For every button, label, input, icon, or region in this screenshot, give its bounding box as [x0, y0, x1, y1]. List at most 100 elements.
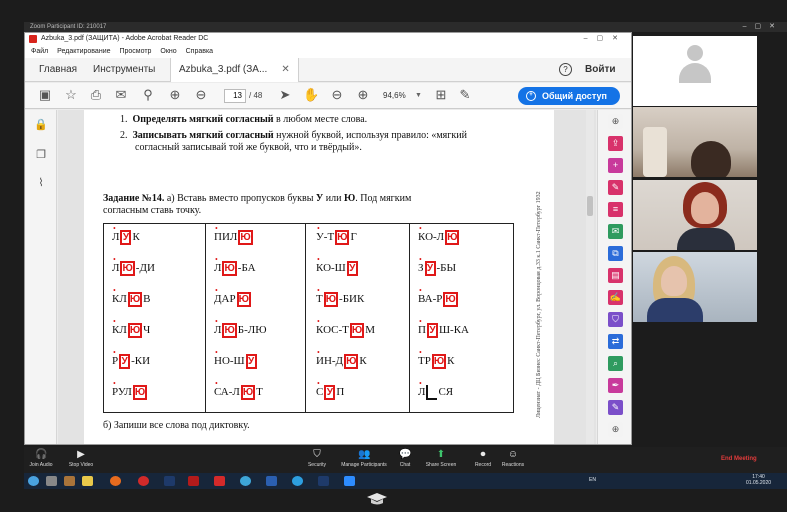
inserted-letter-mark: Ю	[240, 384, 256, 400]
acrobat-icon[interactable]	[214, 476, 225, 486]
scrollbar-thumb[interactable]	[587, 196, 593, 216]
photoshop-icon[interactable]	[318, 476, 329, 486]
folder-icon[interactable]	[82, 476, 93, 486]
organize-pages-icon[interactable]: ≡	[608, 202, 623, 217]
stamp-icon[interactable]: ✒	[608, 378, 623, 393]
taskbar-app-icon[interactable]	[64, 476, 75, 486]
page-number-input[interactable]: 13	[224, 89, 246, 103]
participant-tile-video[interactable]	[633, 180, 757, 250]
lock-icon[interactable]: 🔒	[34, 118, 48, 132]
rule-1-rest: в любом месте слова.	[273, 114, 368, 125]
participant-tile-video[interactable]	[633, 252, 757, 322]
create-pdf-icon[interactable]: +	[608, 158, 623, 173]
fit-page-icon[interactable]: ⊞	[433, 87, 449, 103]
inserted-letter-mark: Ю	[222, 322, 237, 338]
prev-page-icon[interactable]: ⊕	[167, 87, 183, 103]
fill-sign-icon[interactable]: ✍	[608, 290, 623, 305]
stop-video-button[interactable]: ▶ Stop Video	[56, 449, 106, 468]
chevron-down-icon[interactable]: ▼	[415, 89, 422, 103]
login-button[interactable]: Войти	[585, 58, 616, 82]
menu-window[interactable]: Окно	[160, 48, 176, 55]
attachment-icon[interactable]: ⌇	[34, 176, 48, 190]
system-clock[interactable]: 17:40 01.05.2020	[746, 474, 771, 486]
table-cell-word: ДАРЮ	[214, 289, 252, 309]
participant-tile-avatar[interactable]	[633, 36, 757, 106]
start-icon[interactable]	[28, 476, 39, 486]
inserted-letter-mark: У	[120, 229, 132, 245]
send-track-icon[interactable]: ⇄	[608, 334, 623, 349]
acrobat-window-controls[interactable]: –▢✕	[584, 33, 627, 45]
print-icon[interactable]: ⎙	[88, 87, 104, 103]
combine-icon[interactable]: ⧉	[608, 246, 623, 261]
tab-tools[interactable]: Инструменты	[93, 58, 155, 82]
zoom-in-icon[interactable]: ⊕	[355, 87, 371, 103]
window-controls[interactable]: –▢✕	[743, 22, 783, 32]
zoom-app-icon[interactable]	[344, 476, 355, 486]
word-prefix: Л	[112, 262, 119, 274]
star-icon[interactable]: ☆	[63, 87, 79, 103]
security-button[interactable]: ⛉ Security	[292, 449, 342, 468]
inserted-letter-mark: У	[324, 384, 336, 400]
vertical-scrollbar[interactable]	[586, 110, 594, 444]
table-cell-word: Л СЯ	[418, 382, 453, 402]
word-icon[interactable]	[266, 476, 277, 486]
chrome-icon[interactable]	[240, 476, 251, 486]
task-b: б) Запиши все слова под диктовку.	[103, 420, 250, 431]
acrobat-title: Azbuka_3.pdf (ЗАЩИТА) - Adobe Acrobat Re…	[41, 35, 209, 42]
word-table: ЛУКЛЮ-ДИКЛЮВКЛЮЧРУ-КИРУЛЮПИЛЮЛЮ-БАДАРЮЛЮ…	[103, 223, 514, 413]
right-tools-pane: ⊕ ⇪ + ✎ ≡ ✉ ⧉ ▤ ✍ ⛉ ⇄ ⌕ ✒ ✎ ⊕	[597, 110, 631, 444]
help-icon[interactable]: ?	[559, 63, 572, 76]
tab-home[interactable]: Главная	[39, 58, 77, 82]
comment-icon[interactable]: ✎	[457, 87, 473, 103]
photoshop-icon[interactable]	[164, 476, 175, 486]
export-pdf-icon[interactable]: ⇪	[608, 136, 623, 151]
firefox-icon[interactable]	[110, 476, 121, 486]
save-icon[interactable]: ▣	[37, 87, 53, 103]
security-label: Security	[307, 462, 327, 468]
rule-2: 2. Записывать мягкий согласный нужной бу…	[120, 130, 467, 142]
zoom-level-input[interactable]: 94,6%	[383, 89, 413, 103]
zoom-tool-icon[interactable]: ⊕	[608, 114, 623, 129]
certificate-icon[interactable]: ✎	[608, 400, 623, 415]
word-prefix: КЛ	[112, 293, 127, 305]
acrobat-icon[interactable]	[188, 476, 199, 486]
table-cell-word: ТРЮК	[418, 351, 455, 371]
search-icon[interactable]: ⚲	[140, 87, 156, 103]
menu-edit[interactable]: Редактирование	[57, 48, 110, 55]
document-viewport[interactable]: 1. Определять мягкий согласный в любом м…	[58, 110, 596, 444]
participant-tile-video[interactable]	[633, 107, 757, 177]
video-icon: ▶	[77, 449, 85, 460]
zoom-title-bar: Zoom Participant ID: 210017 –▢✕	[24, 22, 787, 32]
window-light	[643, 127, 667, 177]
mail-icon[interactable]: ✉	[113, 87, 129, 103]
pages-icon[interactable]: ❐	[34, 148, 48, 162]
select-cursor-icon[interactable]: ➤	[277, 87, 293, 103]
word-suffix: СЯ	[438, 386, 454, 398]
language-indicator[interactable]: EN	[589, 477, 596, 483]
zoom-out-icon[interactable]: ⊖	[329, 87, 345, 103]
word-prefix: Т	[316, 293, 323, 305]
edit-pdf-icon[interactable]: ✎	[608, 180, 623, 195]
end-meeting-button[interactable]: End Meeting	[721, 456, 757, 462]
taskbar-app-icon[interactable]	[46, 476, 57, 486]
menu-view[interactable]: Просмотр	[119, 48, 151, 55]
more-tools-icon[interactable]: ⊕	[608, 422, 623, 437]
protect-icon[interactable]: ⛉	[608, 312, 623, 327]
close-tab-icon[interactable]: ✕	[281, 64, 289, 75]
redact-icon[interactable]: ▤	[608, 268, 623, 283]
scan-icon[interactable]: ⌕	[608, 356, 623, 371]
share-button[interactable]: + Общий доступ	[518, 87, 620, 105]
next-page-icon[interactable]: ⊖	[193, 87, 209, 103]
telegram-icon[interactable]	[292, 476, 303, 486]
reactions-button[interactable]: ☺ Reactions	[488, 449, 538, 468]
word-suffix: -БИК	[339, 293, 365, 305]
hand-icon[interactable]: ✋	[303, 87, 319, 103]
word-suffix: К	[359, 355, 367, 367]
tab-file[interactable]: Azbuka_3.pdf (ЗА... ✕	[170, 58, 299, 82]
comment-tool-icon[interactable]: ✉	[608, 224, 623, 239]
menu-file[interactable]: Файл	[31, 48, 48, 55]
opera-icon[interactable]	[138, 476, 149, 486]
chat-label: Chat	[399, 462, 411, 468]
menu-help[interactable]: Справка	[186, 48, 213, 55]
table-cell-word: ИН-ДЮК	[316, 351, 367, 371]
